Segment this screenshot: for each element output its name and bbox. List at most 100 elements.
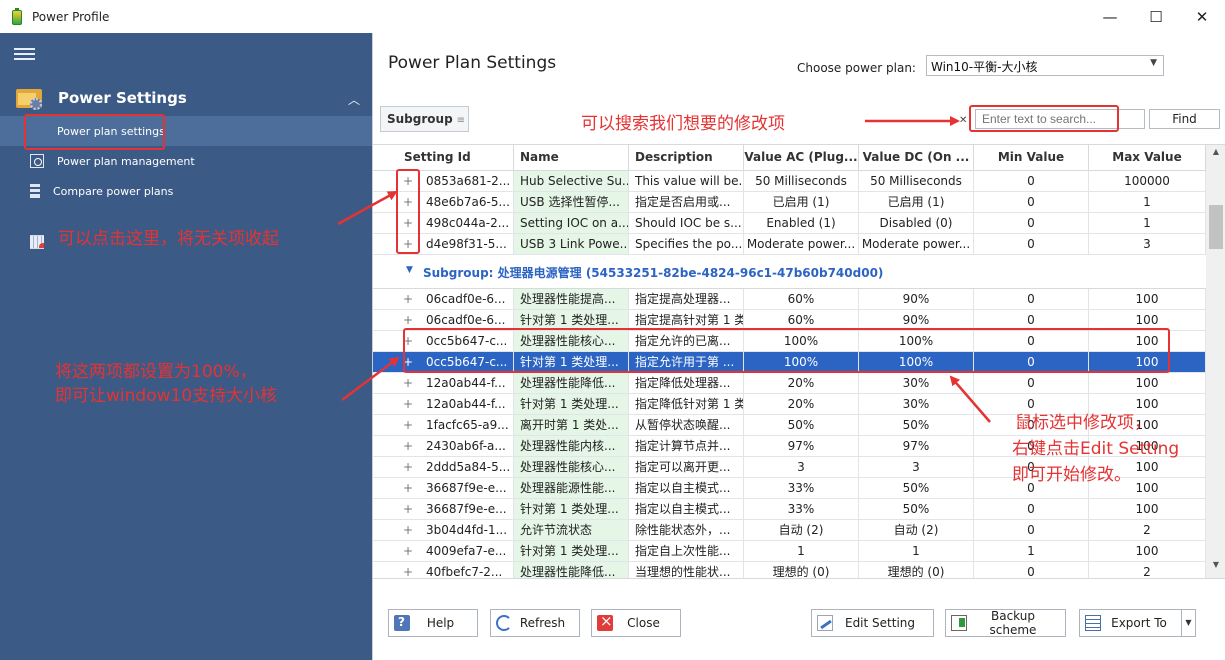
- cell-desc: 指定是否启用或...: [629, 192, 744, 212]
- help-button-label: Help: [426, 616, 455, 630]
- cell-name: Setting IOC on a...: [514, 213, 629, 233]
- close-button[interactable]: Close: [591, 609, 681, 637]
- refresh-icon: [496, 615, 512, 631]
- cell-ac: 3: [744, 457, 859, 477]
- expand-plus-icon[interactable]: +: [403, 499, 413, 519]
- expand-plus-icon[interactable]: +: [403, 310, 413, 330]
- cell-id: 12a0ab44-f...: [420, 394, 514, 414]
- cell-id: 3b04d4fd-1...: [420, 520, 514, 540]
- chevron-down-icon[interactable]: ▼: [1181, 610, 1195, 636]
- help-button[interactable]: Help: [388, 609, 478, 637]
- expand-plus-icon[interactable]: +: [403, 541, 413, 561]
- clear-search-icon[interactable]: ✕: [959, 115, 967, 126]
- table-row[interactable]: +40fbefc7-2... 处理器性能降低... 当理想的性能状... 理想的 (0…: [373, 562, 1206, 578]
- subgroup-row[interactable]: ▼ Subgroup: 处理器电源管理 (54533251-82be-4824-9…: [373, 255, 1206, 289]
- maximize-button[interactable]: ☐: [1133, 0, 1179, 33]
- cell-ac: 已启用 (1): [744, 192, 859, 212]
- expand-plus-icon[interactable]: +: [403, 415, 413, 435]
- subgroup-button-label: Subgroup: [387, 112, 453, 126]
- table-row[interactable]: +0853a681-2... Hub Selective Su... This va…: [373, 171, 1206, 192]
- expand-plus-icon[interactable]: +: [403, 520, 413, 540]
- expand-plus-icon[interactable]: +: [403, 457, 413, 477]
- chevron-up-icon[interactable]: ︿: [348, 91, 360, 108]
- expand-plus-icon[interactable]: +: [403, 562, 413, 578]
- chevron-down-icon[interactable]: ▼: [406, 265, 413, 275]
- sidebar-item-label: Power plan management: [57, 154, 195, 168]
- cell-name: 针对第 1 类处理...: [514, 394, 629, 414]
- cell-min: 0: [974, 234, 1089, 254]
- edit-setting-button[interactable]: Edit Setting: [811, 609, 934, 637]
- column-header-value-dc[interactable]: Value DC (On ...: [859, 145, 974, 170]
- close-icon: [597, 612, 613, 631]
- scrollbar-thumb[interactable]: [1209, 205, 1223, 249]
- cell-desc: Specifies the po...: [629, 234, 744, 254]
- column-header-min-value[interactable]: Min Value: [974, 145, 1089, 170]
- table-row[interactable]: +12a0ab44-f... 处理器性能降低... 指定降低处理器... 20% 30%…: [373, 373, 1206, 394]
- expand-plus-icon[interactable]: +: [403, 436, 413, 456]
- expand-plus-icon[interactable]: +: [403, 289, 413, 309]
- backup-scheme-button[interactable]: Backup scheme: [945, 609, 1066, 637]
- sidebar-section-header[interactable]: Power Settings ︿: [0, 83, 372, 113]
- cell-dc: Moderate power...: [859, 234, 974, 254]
- export-to-button[interactable]: Export To ▼: [1079, 609, 1196, 637]
- cell-dc: 1: [859, 541, 974, 561]
- column-header-max-value[interactable]: Max Value: [1089, 145, 1206, 170]
- cell-min: 1: [974, 541, 1089, 561]
- cell-desc: 指定提高针对第 1 类...: [629, 310, 744, 330]
- battery-icon: [10, 7, 24, 26]
- subgroup-label: Subgroup: 处理器电源管理 (54533251-82be-4824-96…: [423, 266, 884, 280]
- expand-plus-icon[interactable]: +: [403, 373, 413, 393]
- cell-dc: 50%: [859, 415, 974, 435]
- cell-dc: 30%: [859, 394, 974, 414]
- refresh-button[interactable]: Refresh: [490, 609, 580, 637]
- table-row[interactable]: +48e6b7a6-5... USB 选择性暂停... 指定是否启用或... 已启用 …: [373, 192, 1206, 213]
- close-window-button[interactable]: ✕: [1179, 0, 1225, 33]
- cell-id: 36687f9e-e...: [420, 499, 514, 519]
- cell-max: 100: [1089, 310, 1206, 330]
- cell-dc: 理想的 (0): [859, 562, 974, 578]
- cell-desc: 指定可以离开更...: [629, 457, 744, 477]
- cell-ac: 97%: [744, 436, 859, 456]
- cell-ac: 理想的 (0): [744, 562, 859, 578]
- folder-settings-icon: [16, 87, 42, 110]
- table-row[interactable]: +4009efa7-e... 针对第 1 类处理... 指定自上次性能... 1 1 1 1…: [373, 541, 1206, 562]
- cell-max: 100000: [1089, 171, 1206, 191]
- table-row[interactable]: +06cadf0e-6... 处理器性能提高... 指定提高处理器... 60% 90%…: [373, 289, 1206, 310]
- scroll-up-icon[interactable]: ▲: [1206, 147, 1225, 163]
- backup-icon: [951, 615, 967, 631]
- sidebar-item-label: Compare power plans: [53, 184, 174, 198]
- column-header-name[interactable]: Name: [514, 145, 629, 170]
- column-header-value-ac[interactable]: Value AC (Plug...: [744, 145, 859, 170]
- chevron-down-icon: ▼: [1150, 58, 1157, 68]
- vertical-scrollbar[interactable]: ▲ ▼: [1206, 145, 1225, 578]
- table-row[interactable]: + d4e98f31-5... USB 3 Link Powe... Specifie…: [373, 234, 1206, 255]
- table-row[interactable]: +498c044a-2... Setting IOC on a... Should …: [373, 213, 1206, 234]
- hamburger-menu-icon[interactable]: [14, 48, 35, 60]
- backup-scheme-button-label: Backup scheme: [989, 609, 1037, 637]
- cell-name: 处理器性能降低...: [514, 373, 629, 393]
- cell-ac: 50 Milliseconds: [744, 171, 859, 191]
- subgroup-group-button[interactable]: Subgroup ≡: [380, 106, 469, 132]
- cell-max: 2: [1089, 562, 1206, 578]
- cell-dc: 3: [859, 457, 974, 477]
- cell-ac: 60%: [744, 289, 859, 309]
- cell-max: 1: [1089, 192, 1206, 212]
- cell-name: Hub Selective Su...: [514, 171, 629, 191]
- expand-plus-icon[interactable]: +: [403, 478, 413, 498]
- scroll-down-icon[interactable]: ▼: [1206, 560, 1225, 576]
- expand-plus-icon[interactable]: +: [403, 394, 413, 414]
- sidebar-item-power-plan-management[interactable]: Power plan management: [0, 146, 372, 176]
- sidebar-item-compare-power-plans[interactable]: Compare power plans: [0, 176, 372, 206]
- cell-desc: This value will be...: [629, 171, 744, 191]
- table-row[interactable]: +36687f9e-e... 针对第 1 类处理... 指定以自主模式... 33% 5…: [373, 499, 1206, 520]
- cell-min: 0: [974, 562, 1089, 578]
- power-plan-select[interactable]: Win10-平衡-大小核 ▼: [926, 55, 1164, 76]
- cell-id: 48e6b7a6-5...: [420, 192, 514, 212]
- table-row[interactable]: +3b04d4fd-1... 允许节流状态 除性能状态外，... 自动 (2) 自动 (…: [373, 520, 1206, 541]
- minimize-button[interactable]: —: [1087, 0, 1133, 33]
- cell-desc: 指定以自主模式...: [629, 499, 744, 519]
- column-header-description[interactable]: Description: [629, 145, 744, 170]
- column-header-setting-id[interactable]: Setting Id: [398, 145, 514, 170]
- cell-dc: 自动 (2): [859, 520, 974, 540]
- find-button[interactable]: Find: [1149, 109, 1220, 129]
